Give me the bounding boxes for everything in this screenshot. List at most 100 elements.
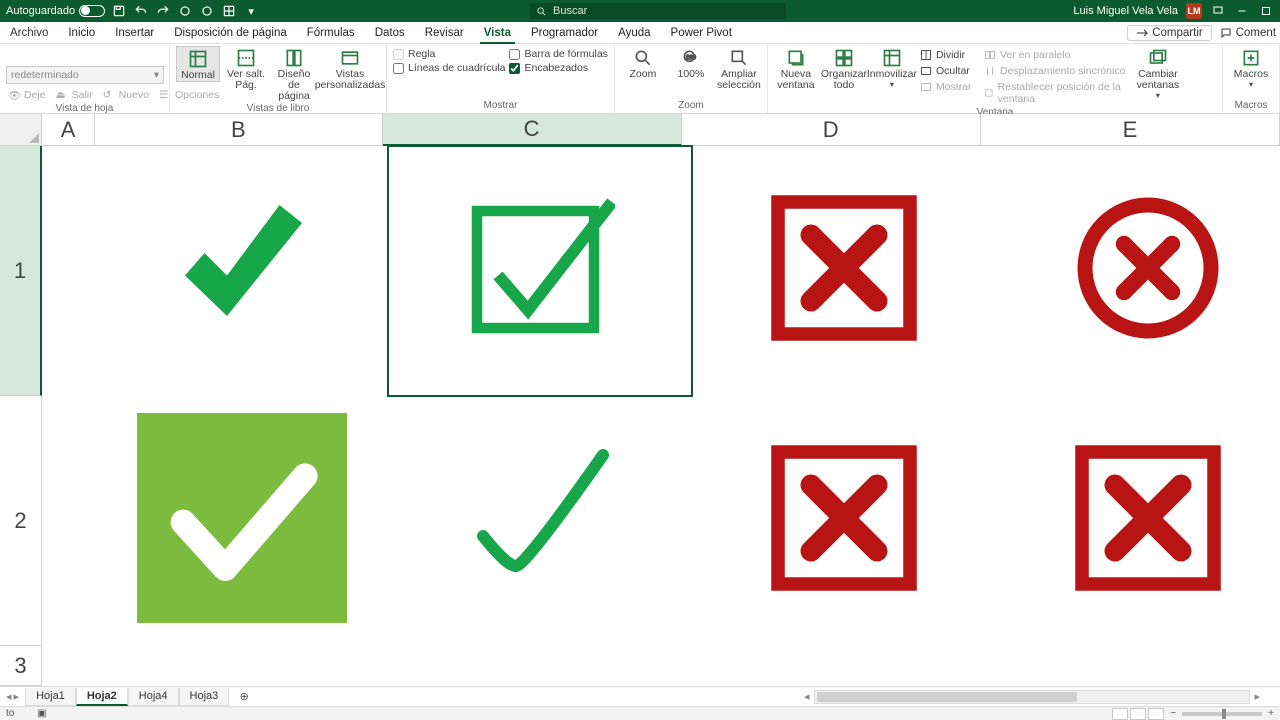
sheet-tab-hoja2[interactable]: Hoja2 bbox=[76, 688, 128, 706]
cell-D2[interactable] bbox=[692, 396, 996, 646]
minimize-icon[interactable] bbox=[1234, 3, 1250, 19]
hscroll-right-icon[interactable]: ▸ bbox=[1250, 690, 1264, 703]
cell-C1[interactable] bbox=[388, 146, 692, 396]
freeze-panes-button[interactable]: Inmovilizar▾ bbox=[870, 46, 914, 89]
toggle-off-icon bbox=[79, 5, 105, 17]
gridlines-checkbox[interactable]: Líneas de cuadrícula bbox=[393, 62, 505, 74]
sheet-nav-next-icon[interactable]: ▸ bbox=[14, 690, 20, 703]
select-all-corner[interactable] bbox=[0, 114, 42, 146]
record-macro-icon[interactable]: ▣ bbox=[37, 708, 46, 719]
normal-view-button[interactable]: Normal bbox=[176, 46, 220, 82]
page-layout-button[interactable]: Diseño de página bbox=[272, 46, 316, 102]
sheet-tab-hoja3[interactable]: Hoja3 bbox=[179, 688, 230, 706]
cell-E1[interactable] bbox=[996, 146, 1280, 396]
hscroll-left-icon[interactable]: ◂ bbox=[800, 690, 814, 703]
x-box-fill-icon[interactable] bbox=[1073, 443, 1223, 598]
sheet-tab-hoja1[interactable]: Hoja1 bbox=[25, 688, 76, 706]
ruler-checkbox[interactable]: Regla bbox=[393, 48, 505, 60]
add-sheet-button[interactable]: ⊕ bbox=[235, 688, 253, 706]
check-square-fill-icon[interactable] bbox=[137, 413, 347, 628]
zoom-100-button[interactable]: 100 100% bbox=[669, 46, 713, 80]
switch-windows-button[interactable]: Cambiar ventanas▾ bbox=[1136, 46, 1180, 100]
spreadsheet-grid[interactable]: ABCDE 123 bbox=[0, 114, 1280, 686]
arrange-all-button[interactable]: Organizar todo bbox=[822, 46, 866, 91]
tab-programador[interactable]: Programador bbox=[521, 24, 608, 43]
cell-B1[interactable] bbox=[96, 146, 388, 396]
custom-views-button[interactable]: Vistas personalizadas bbox=[320, 46, 380, 91]
column-header-B[interactable]: B bbox=[95, 114, 382, 146]
user-name[interactable]: Luis Miguel Vela Vela bbox=[1073, 5, 1178, 17]
cell-B3[interactable] bbox=[96, 646, 388, 686]
zoom-in-button[interactable]: + bbox=[1268, 708, 1274, 719]
tab-fórmulas[interactable]: Fórmulas bbox=[297, 24, 365, 43]
save-icon[interactable] bbox=[111, 3, 127, 19]
tab-inicio[interactable]: Inicio bbox=[58, 24, 105, 43]
view-page-layout-button[interactable] bbox=[1130, 708, 1146, 720]
tab-vista[interactable]: Vista bbox=[474, 24, 521, 43]
tab-revisar[interactable]: Revisar bbox=[415, 24, 474, 43]
macros-button[interactable]: Macros▾ bbox=[1229, 46, 1273, 89]
row-header-2[interactable]: 2 bbox=[0, 396, 42, 646]
row-header-3[interactable]: 3 bbox=[0, 646, 42, 686]
cell-A2[interactable] bbox=[42, 396, 96, 646]
hide-icon bbox=[920, 65, 932, 77]
check-box-outline-icon[interactable] bbox=[465, 193, 615, 348]
unhide-button: Mostrar bbox=[918, 80, 978, 94]
zoom-slider[interactable] bbox=[1182, 712, 1262, 716]
check-thin-icon[interactable] bbox=[465, 443, 615, 598]
headings-checkbox[interactable]: Encabezados bbox=[509, 62, 607, 74]
sheet-view-combo[interactable]: redeterminado▾ bbox=[6, 66, 164, 84]
column-header-A[interactable]: A bbox=[42, 114, 95, 146]
cell-A1[interactable] bbox=[42, 146, 96, 396]
tab-power-pivot[interactable]: Power Pivot bbox=[661, 24, 742, 43]
cell-D3[interactable] bbox=[692, 646, 996, 686]
cell-E3[interactable] bbox=[996, 646, 1280, 686]
split-button[interactable]: Dividir bbox=[918, 48, 978, 62]
tab-disposición-de-página[interactable]: Disposición de página bbox=[164, 24, 297, 43]
user-avatar[interactable]: LM bbox=[1186, 3, 1202, 19]
tab-datos[interactable]: Datos bbox=[365, 24, 415, 43]
cell-C2[interactable] bbox=[388, 396, 692, 646]
horizontal-scrollbar[interactable] bbox=[814, 690, 1251, 704]
cell-C3[interactable] bbox=[388, 646, 692, 686]
qat-grid-icon[interactable] bbox=[221, 3, 237, 19]
undo-icon[interactable] bbox=[133, 3, 149, 19]
column-header-E[interactable]: E bbox=[981, 114, 1280, 146]
file-tab[interactable]: Archivo bbox=[0, 24, 58, 43]
formula-bar-checkbox[interactable]: Barra de fórmulas bbox=[509, 48, 607, 60]
x-circle-icon[interactable] bbox=[1073, 193, 1223, 348]
new-window-button[interactable]: Nueva ventana bbox=[774, 46, 818, 91]
cell-D1[interactable] bbox=[692, 146, 996, 396]
column-header-C[interactable]: C bbox=[383, 114, 682, 146]
zoom-out-button[interactable]: − bbox=[1170, 708, 1176, 719]
tab-insertar[interactable]: Insertar bbox=[105, 24, 164, 43]
ribbon-display-icon[interactable] bbox=[1210, 3, 1226, 19]
zoom-button[interactable]: Zoom bbox=[621, 46, 665, 80]
qat-circle2-icon[interactable] bbox=[199, 3, 215, 19]
x-box-fill-icon[interactable] bbox=[769, 193, 919, 348]
view-page-break-button[interactable] bbox=[1148, 708, 1164, 720]
tab-ayuda[interactable]: Ayuda bbox=[608, 24, 660, 43]
view-normal-button[interactable] bbox=[1112, 708, 1128, 720]
row-header-1[interactable]: 1 bbox=[0, 146, 42, 396]
search-input[interactable]: Buscar bbox=[530, 3, 786, 19]
comments-button[interactable]: Coment bbox=[1220, 25, 1276, 41]
sheet-tab-hoja4[interactable]: Hoja4 bbox=[128, 688, 179, 706]
page-break-button[interactable]: Ver salt. Pág. bbox=[224, 46, 268, 91]
column-header-D[interactable]: D bbox=[682, 114, 981, 146]
zoom-selection-button[interactable]: Ampliar selección bbox=[717, 46, 761, 91]
qat-dropdown-icon[interactable]: ▾ bbox=[243, 3, 259, 19]
hide-button[interactable]: Ocultar bbox=[918, 64, 978, 78]
autosave-toggle[interactable]: Autoguardado bbox=[6, 5, 105, 17]
cell-E2[interactable] bbox=[996, 396, 1280, 646]
qat-circle-icon[interactable] bbox=[177, 3, 193, 19]
cell-A3[interactable] bbox=[42, 646, 96, 686]
check-bold-icon[interactable] bbox=[167, 193, 317, 348]
side-by-side-button: Ver en paralelo bbox=[982, 48, 1132, 62]
sheet-nav-prev-icon[interactable]: ◂ bbox=[6, 690, 12, 703]
maximize-icon[interactable] bbox=[1258, 3, 1274, 19]
cell-B2[interactable] bbox=[96, 396, 388, 646]
x-box-fill-icon[interactable] bbox=[769, 443, 919, 598]
share-button[interactable]: Compartir bbox=[1127, 25, 1211, 41]
redo-icon[interactable] bbox=[155, 3, 171, 19]
